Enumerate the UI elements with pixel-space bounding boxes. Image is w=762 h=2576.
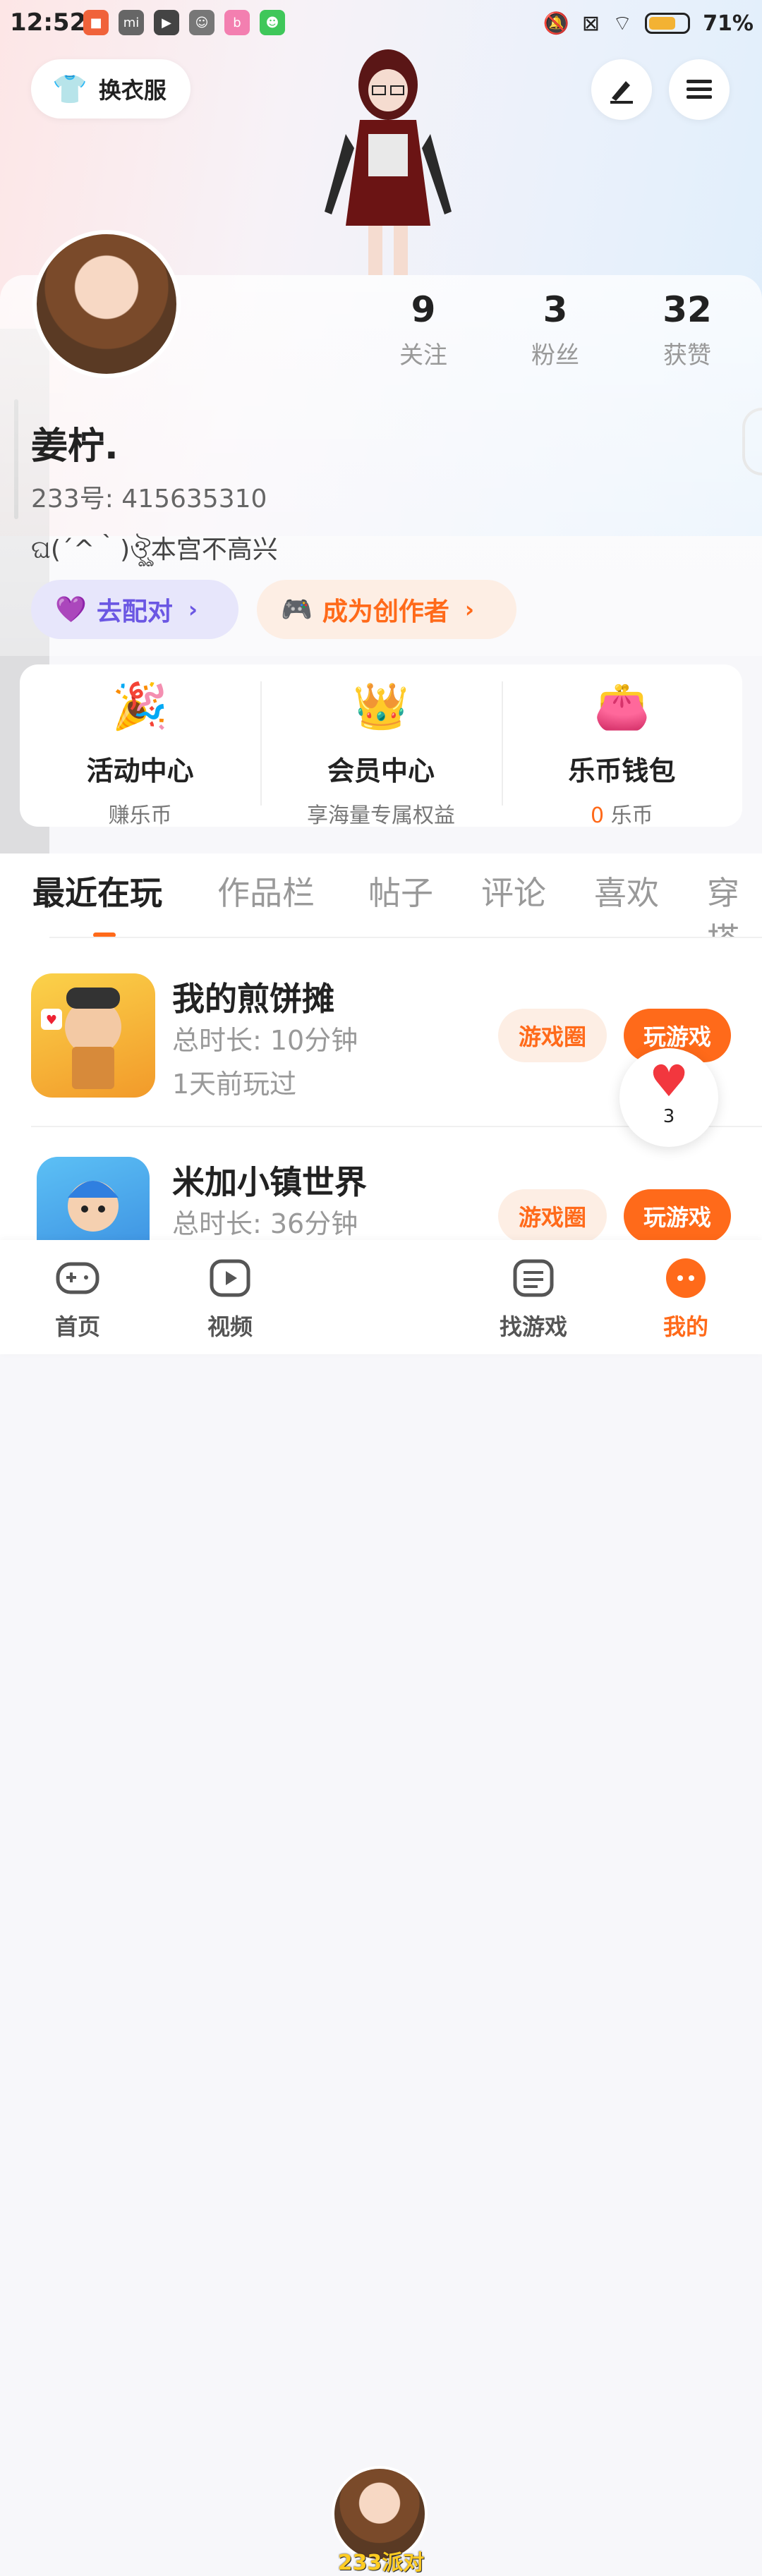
activity-center-sub: 赚乐币 [108,803,172,828]
nav-party-label[interactable]: 233派对 [332,2545,430,2576]
heart-icon: ♥ [649,1055,689,1107]
change-outfit-button[interactable]: 👕 换衣服 [31,59,190,119]
nav-me-label: 我的 [663,1313,708,1340]
like-count: 3 [663,1106,675,1127]
tab-comments[interactable]: 评论 [481,868,546,914]
wallet-card[interactable]: 👛 乐币钱包 0 乐币 [501,664,742,829]
nav-me[interactable]: 我的 [636,1257,735,1342]
following-count: 9 [411,289,436,330]
nav-home-label: 首页 [54,1313,100,1340]
member-center-card[interactable]: 👑 会员中心 享海量专属权益 [260,664,501,828]
member-center-title: 会员中心 [327,755,435,786]
game-playtime: 总时长: 10分钟 [172,1025,358,1056]
battery-icon [645,13,691,34]
feature-cards: 🎉 活动中心 赚乐币 👑 会员中心 享海量专属权益 👛 乐币钱包 0 乐币 [20,664,742,829]
video-camera-icon: ▶ [154,10,179,35]
nav-find-games-label: 找游戏 [499,1313,567,1340]
pen-icon [610,81,633,104]
tab-recent-play[interactable]: 最近在玩 [32,868,162,914]
me-icon [636,1257,735,1302]
crown-icon: 👑 [353,681,409,733]
stat-likes[interactable]: 32 获赞 [631,289,744,370]
nav-home[interactable]: 首页 [28,1257,127,1342]
menu-button[interactable] [669,59,730,120]
nav-video-label: 视频 [207,1313,253,1340]
coin-balance: 0 [591,803,605,828]
chevron-right-icon: › [188,596,198,623]
chevron-right-icon: › [464,596,475,623]
floating-like-button[interactable]: ♥ 3 [619,1048,718,1147]
play-icon [181,1257,279,1302]
become-creator-button[interactable]: 🎮 成为创作者 › [257,580,516,639]
game-circle-button[interactable]: 游戏圈 [498,1189,607,1243]
party-popper-icon: 🎉 [111,681,169,733]
game-circle-button[interactable]: 游戏圈 [498,1009,607,1062]
wallet-title: 乐币钱包 [568,755,676,786]
stat-following[interactable]: 9 关注 [367,289,480,370]
game-name: 我的煎饼摊 [172,980,334,1018]
status-time: 12:52 [10,8,87,37]
coin-unit: 乐币 [604,803,653,828]
wallet-sub: 0 乐币 [502,798,742,829]
activity-center-title: 活动中心 [86,755,194,786]
mute-bell-icon: 🔕 [543,11,569,36]
status-bar: 12:52 ■ mi ▶ ☺ b ☻ 🔕 ⊠ ⌔ 71% [0,0,762,47]
system-status-icons: 🔕 ⊠ ⌔ 71% [543,10,754,37]
member-center-sub: 享海量专属权益 [306,803,455,828]
pancake-stall-art-icon: ♥ [41,988,121,1089]
tab-posts[interactable]: 帖子 [368,868,433,914]
wallet-icon: 👛 [593,681,651,733]
wifi-icon: ⌔ [612,11,633,36]
avatar-3d-figure[interactable] [310,42,466,275]
user-signature: ଘ(´^｀)ঔৣ本宫不高兴 [31,535,278,564]
android-app-icon: ☻ [260,10,285,35]
sim-off-icon: ⊠ [581,11,600,36]
list-icon [484,1257,583,1302]
creator-label: 成为创作者 [322,597,449,626]
fans-count: 3 [543,289,568,330]
mi-app-icon: mi [119,10,144,35]
game-playtime: 总时长: 36分钟 [172,1208,358,1239]
activity-center-card[interactable]: 🎉 活动中心 赚乐币 [20,664,260,828]
pair-button[interactable]: 💜 去配对 › [31,580,238,639]
nav-video[interactable]: 视频 [181,1257,279,1342]
profile-tabs: 最近在玩 作品栏 帖子 评论 喜欢 穿搭 [0,853,762,959]
tab-likes[interactable]: 喜欢 [594,868,659,914]
stat-fans[interactable]: 3 粉丝 [499,289,612,370]
fans-label: 粉丝 [531,341,579,370]
user-id[interactable]: 233号: 415635310 [31,478,267,515]
nav-find-games[interactable]: 找游戏 [484,1257,583,1342]
likes-count: 32 [663,289,712,330]
menu-icon [687,80,712,99]
battery-percent: 71% [703,11,754,36]
app-notification-icon: ■ [83,10,109,35]
pair-label: 去配对 [96,597,173,626]
miga-town-art-icon [68,1181,119,1232]
edit-profile-button[interactable] [591,59,652,120]
tab-works[interactable]: 作品栏 [217,868,315,914]
game-name: 米加小镇世界 [172,1163,367,1201]
game-thumbnail[interactable]: ♥ [31,973,155,1098]
following-label: 关注 [399,341,447,370]
bottom-navigation: 首页 视频 233派对 找游戏 我的 [0,1240,762,2575]
change-outfit-label: 换衣服 [98,77,167,104]
cat-app-icon: ☺ [189,10,214,35]
likes-label: 获赞 [663,341,711,370]
username: 姜柠. [31,425,119,468]
tshirt-icon: 👕 [52,73,87,106]
svg-text:♥: ♥ [46,1013,57,1028]
profile-avatar[interactable] [32,230,181,378]
notification-icons: ■ mi ▶ ☺ b ☻ [83,10,285,35]
gamepad-icon [28,1257,127,1302]
game-last-played: 1天前玩过 [172,1069,297,1100]
hearts-icon: 💜 [55,595,87,624]
play-game-button[interactable]: 玩游戏 [624,1189,731,1243]
controller-icon: 🎮 [281,595,313,624]
bilibili-icon: b [224,10,250,35]
